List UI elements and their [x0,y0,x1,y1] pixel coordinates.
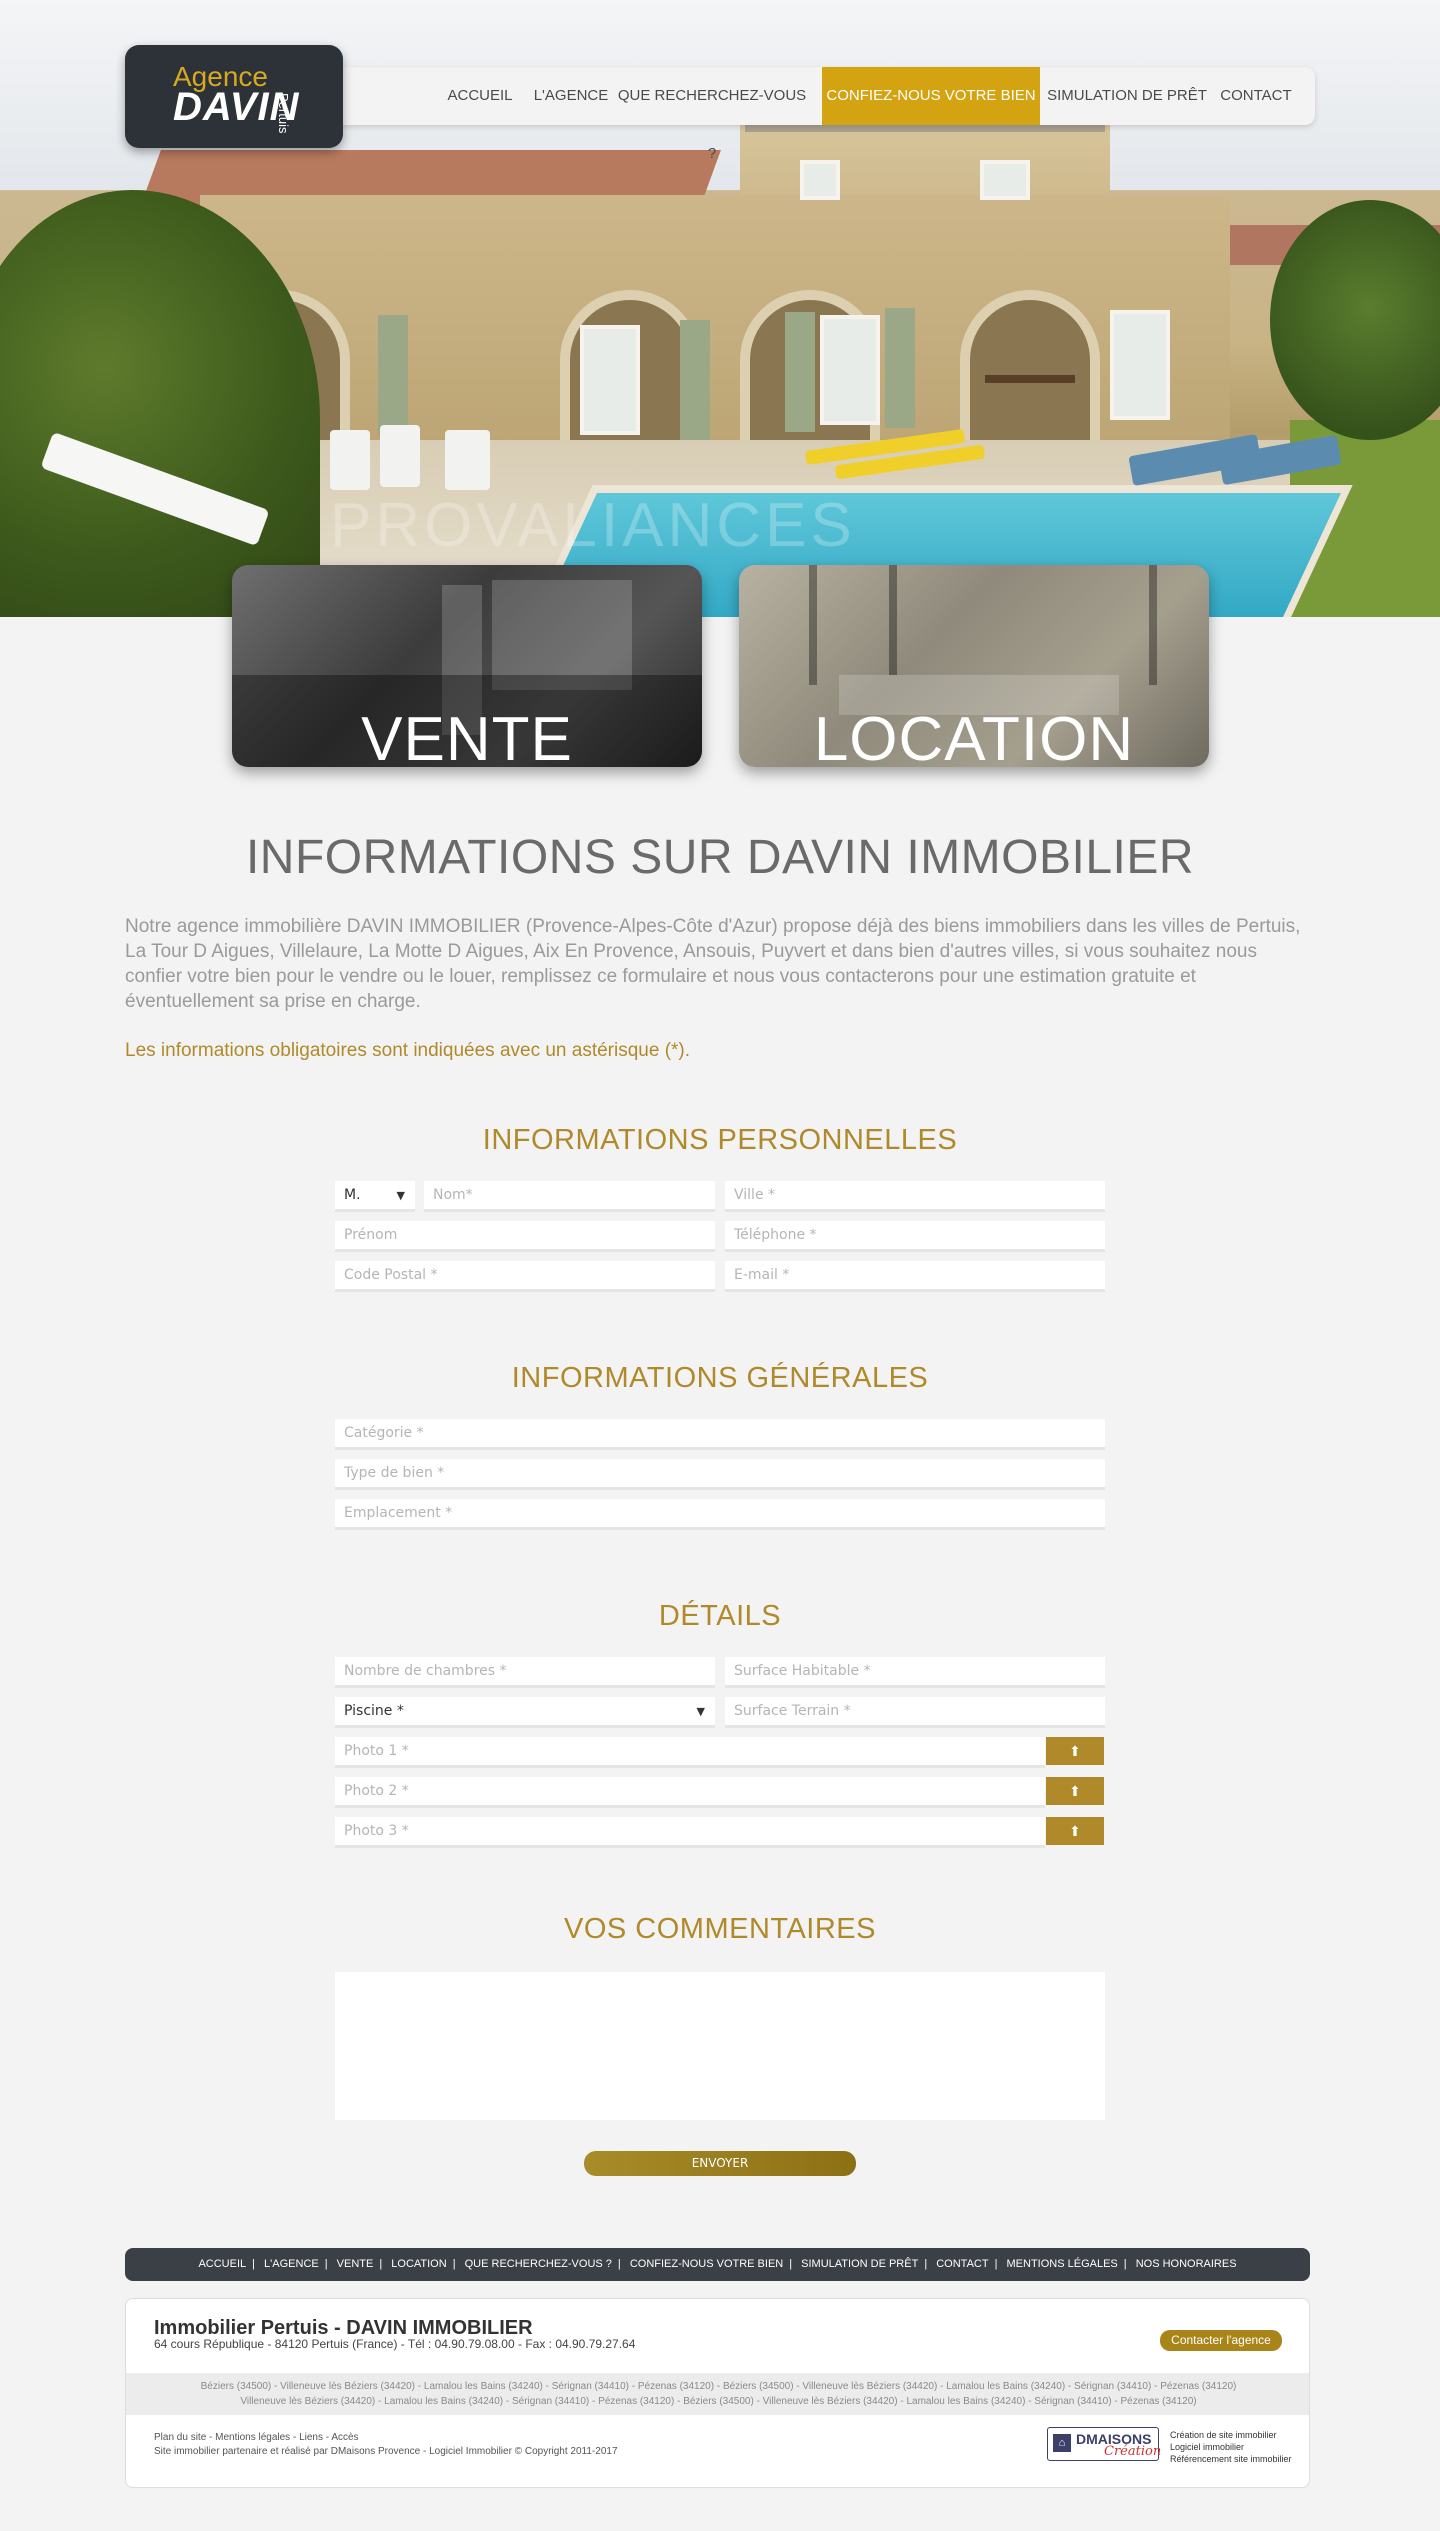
nav-que-recherchez-vous[interactable]: QUE RECHERCHEZ-VOUS ? [612,67,812,162]
section-title-personal: INFORMATIONS PERSONNELLES [482,1124,958,1156]
ville-field[interactable]: Ville * [725,1181,1105,1212]
nav-agence[interactable]: L'AGENCE [532,67,610,125]
surface-habitable-field[interactable]: Surface Habitable * [725,1657,1105,1688]
photo3-upload-button[interactable]: ⬆ [1046,1817,1104,1845]
footer-link-honoraires[interactable]: NOS HONORAIRES [1136,2258,1237,2270]
nav-contact[interactable]: CONTACT [1214,67,1298,125]
hero-shutter [785,312,815,432]
dmaisons-house-icon: ⌂ [1053,2434,1071,2452]
hero-watermark: PROVALIANCES [330,491,856,560]
section-title-comments: VOS COMMENTAIRES [564,1913,876,1945]
code-postal-field[interactable]: Code Postal * [335,1261,715,1292]
footer-link-location[interactable]: LOCATION [391,2258,446,2270]
photo2-field[interactable]: Photo 2 * [335,1777,1045,1808]
hero-window [800,160,840,200]
civility-select[interactable]: M. ▼ [335,1181,415,1212]
hero-chair [445,430,490,490]
dmaisons-services: Création de site immobilier Logiciel imm… [1170,2429,1292,2465]
footer-link-contact[interactable]: CONTACT [936,2258,988,2270]
photo1-field[interactable]: Photo 1 * [335,1737,1045,1768]
civility-value: M. [344,1187,361,1203]
upload-icon: ⬆ [1069,1783,1081,1799]
hero-shutter [378,315,408,435]
footer-link-accueil[interactable]: ACCUEIL [198,2258,246,2270]
footer-link-confiez-nous[interactable]: CONFIEZ-NOUS VOTRE BIEN [630,2258,783,2270]
service-referencement[interactable]: Référencement site immobilier [1170,2453,1292,2465]
footer-cities: Béziers (34500) - Villeneuve lès Béziers… [126,2373,1309,2415]
photo3-field[interactable]: Photo 3 * [335,1817,1045,1848]
footer-links-line1[interactable]: Plan du site - Mentions légales - Liens … [154,2431,618,2445]
footer-info-box: Immobilier Pertuis - DAVIN IMMOBILIER 64… [125,2298,1310,2488]
hero-chair [330,430,370,490]
hero-shutter [885,308,915,428]
section-title-details: DÉTAILS [658,1600,782,1632]
card-location-label: LOCATION [813,705,1135,767]
footer-link-que-recherchez-vous[interactable]: QUE RECHERCHEZ-VOUS ? [465,2258,612,2270]
prenom-field[interactable]: Prénom [335,1221,715,1252]
chevron-down-icon: ▼ [696,1705,705,1718]
card-location-pillar [809,565,817,685]
footer-link-mentions[interactable]: MENTIONS LÉGALES [1007,2258,1118,2270]
hero-chair [380,425,420,487]
card-vente[interactable]: VENTE [232,565,702,767]
nom-field[interactable]: Nom* [424,1181,715,1212]
upload-icon: ⬆ [1069,1823,1081,1839]
card-location[interactable]: LOCATION [739,565,1209,767]
type-bien-field[interactable]: Type de bien * [335,1459,1105,1490]
photo2-upload-button[interactable]: ⬆ [1046,1777,1104,1805]
main-navigation: ACCUEIL L'AGENCE QUE RECHERCHEZ-VOUS ? C… [340,67,1315,162]
nav-accueil[interactable]: ACCUEIL [440,67,520,125]
service-logiciel[interactable]: Logiciel immobilier [1170,2441,1292,2453]
emplacement-field[interactable]: Emplacement * [335,1499,1105,1530]
email-field[interactable]: E-mail * [725,1261,1105,1292]
page-title: INFORMATIONS SUR DAVIN IMMOBILIER [245,831,1195,884]
footer-links-line2[interactable]: Site immobilier partenaire et réalisé pa… [154,2445,618,2459]
logo-pertuis-text: Pertuis [276,93,291,134]
contact-agency-button[interactable]: Contacter l'agence [1160,2330,1282,2351]
hero-window [1110,310,1170,420]
card-location-pillar [889,565,897,675]
comments-textarea[interactable] [335,1972,1105,2120]
agency-logo[interactable]: Agence DAVIN Pertuis [125,45,343,148]
footer-link-agence[interactable]: L'AGENCE [264,2258,319,2270]
card-vente-label: VENTE [361,705,573,767]
card-location-pillar [1149,565,1157,685]
dmaisons-logo-sub: Création [1104,2444,1162,2459]
hero-shutter [680,320,710,440]
surface-terrain-field[interactable]: Surface Terrain * [725,1697,1105,1728]
footer-link-simulation[interactable]: SIMULATION DE PRÊT [801,2258,918,2270]
upload-icon: ⬆ [1069,1743,1081,1759]
photo1-upload-button[interactable]: ⬆ [1046,1737,1104,1765]
piscine-select[interactable]: Piscine * ▼ [335,1697,715,1728]
footer-address: 64 cours République - 84120 Pertuis (Fra… [154,2337,636,2351]
intro-paragraph: Notre agence immobilière DAVIN IMMOBILIE… [125,916,1301,1012]
footer-links: Plan du site - Mentions légales - Liens … [154,2431,618,2459]
chambres-field[interactable]: Nombre de chambres * [335,1657,715,1688]
categorie-field[interactable]: Catégorie * [335,1419,1105,1450]
footer-navigation: ACCUEIL | L'AGENCE | VENTE | LOCATION | QUE … [125,2248,1310,2281]
footer-cities-line1[interactable]: Béziers (34500) - Villeneuve lès Béziers… [126,2379,1309,2394]
card-vente-window [492,580,632,690]
hero-window [580,325,640,435]
nav-confiez-nous-votre-bien[interactable]: CONFIEZ-NOUS VOTRE BIEN [822,67,1040,125]
telephone-field[interactable]: Téléphone * [725,1221,1105,1252]
nav-simulation-de-pret[interactable]: SIMULATION DE PRÊT [1044,67,1210,125]
hero-patio-table [985,375,1075,383]
piscine-value: Piscine * [344,1703,404,1719]
required-fields-note: Les informations obligatoires sont indiq… [125,1040,691,1061]
footer-cities-line2[interactable]: Villeneuve lès Béziers (34420) - Lamalou… [126,2394,1309,2409]
service-creation-site[interactable]: Création de site immobilier [1170,2429,1292,2441]
hero-window [980,160,1030,200]
chevron-down-icon: ▼ [396,1189,405,1202]
dmaisons-logo[interactable]: ⌂ DMAISONS Création [1047,2427,1162,2461]
hero-window [820,315,880,425]
section-title-general: INFORMATIONS GÉNÉRALES [511,1362,929,1394]
footer-link-vente[interactable]: VENTE [337,2258,374,2270]
submit-button[interactable]: ENVOYER [584,2151,856,2176]
